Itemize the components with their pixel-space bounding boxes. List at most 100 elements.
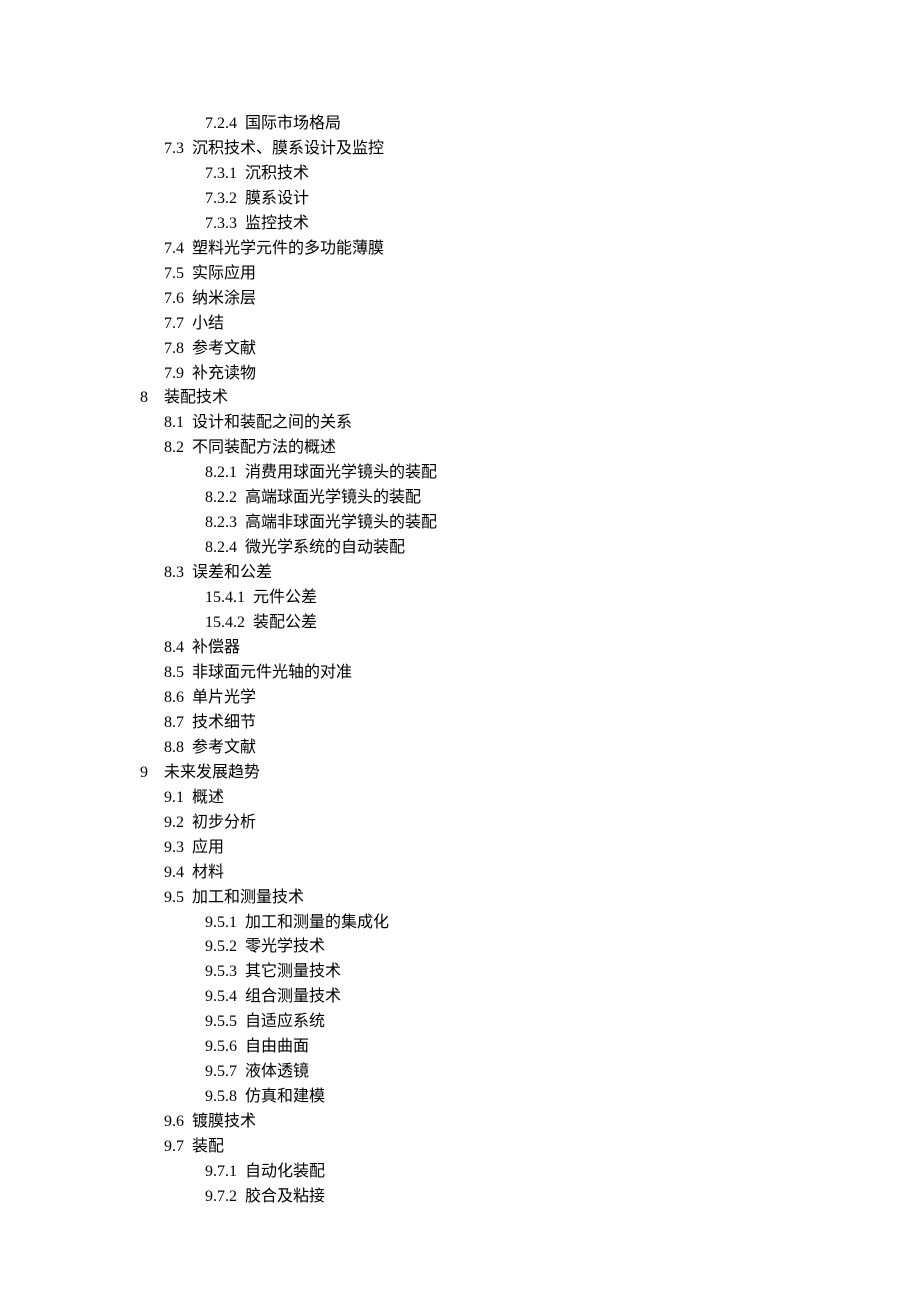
toc-entry-separator: [184, 240, 192, 257]
toc-entry-separator: [237, 190, 245, 207]
toc-entry: 9.3 应用: [140, 836, 920, 861]
toc-entry-title: 误差和公差: [192, 564, 272, 581]
toc-entry-number: 7.7: [164, 315, 184, 332]
toc-entry-separator: [237, 464, 245, 481]
toc-entry: 9.2 初步分析: [140, 811, 920, 836]
toc-entry-separator: [237, 914, 245, 931]
toc-entry-title: 消费用球面光学镜头的装配: [245, 464, 437, 481]
toc-entry: 9 未来发展趋势: [140, 761, 920, 786]
toc-entry-number: 9.1: [164, 789, 184, 806]
toc-entry-title: 装配公差: [253, 614, 317, 631]
toc-entry-number: 9.3: [164, 839, 184, 856]
toc-entry-title: 液体透镜: [245, 1063, 309, 1080]
toc-entry-title: 监控技术: [245, 215, 309, 232]
toc-entry-separator: [237, 1163, 245, 1180]
toc-entry-separator: [237, 489, 245, 506]
toc-entry-number: 8.2.1: [205, 464, 237, 481]
toc-entry-number: 9.5.7: [205, 1063, 237, 1080]
toc-entry-separator: [184, 564, 192, 581]
toc-entry-title: 补偿器: [192, 639, 240, 656]
toc-entry: 9.5.4 组合测量技术: [140, 985, 920, 1010]
toc-page: 7.2.4 国际市场格局7.3 沉积技术、膜系设计及监控7.3.1 沉积技术7.…: [0, 0, 920, 1210]
toc-entry-separator: [237, 165, 245, 182]
toc-entry: 8.4 补偿器: [140, 636, 920, 661]
toc-entry-number: 9.5.1: [205, 914, 237, 931]
toc-entry-number: 9.4: [164, 864, 184, 881]
toc-entry-number: 7.4: [164, 240, 184, 257]
toc-entry-title: 高端非球面光学镜头的装配: [245, 514, 437, 531]
toc-entry-separator: [184, 1113, 192, 1130]
toc-entry: 8.3 误差和公差: [140, 561, 920, 586]
toc-entry-title: 单片光学: [192, 689, 256, 706]
toc-entry: 8.2.2 高端球面光学镜头的装配: [140, 486, 920, 511]
toc-entry-separator: [237, 215, 245, 232]
toc-entry: 7.8 参考文献: [140, 337, 920, 362]
toc-entry-title: 小结: [192, 315, 224, 332]
toc-entry: 8 装配技术: [140, 386, 920, 411]
toc-entry-separator: [237, 938, 245, 955]
toc-entry-number: 8.4: [164, 639, 184, 656]
toc-entry-title: 自动化装配: [245, 1163, 325, 1180]
toc-entry-number: 7.3.1: [205, 165, 237, 182]
toc-entry-separator: [184, 714, 192, 731]
toc-entry: 9.5.6 自由曲面: [140, 1035, 920, 1060]
toc-entry-separator: [184, 140, 192, 157]
toc-entry-title: 未来发展趋势: [164, 764, 260, 781]
toc-entry: 9.7.1 自动化装配: [140, 1160, 920, 1185]
toc-entry-title: 塑料光学元件的多功能薄膜: [192, 240, 384, 257]
toc-entry-separator: [237, 1088, 245, 1105]
toc-entry-number: 9.5.6: [205, 1038, 237, 1055]
toc-entry: 7.5 实际应用: [140, 262, 920, 287]
toc-entry-separator: [245, 589, 253, 606]
toc-entry-number: 15.4.2: [205, 614, 245, 631]
toc-entry-title: 加工和测量技术: [192, 889, 304, 906]
toc-entry-number: 9.7.1: [205, 1163, 237, 1180]
toc-entry-separator: [237, 514, 245, 531]
toc-entry: 7.3 沉积技术、膜系设计及监控: [140, 137, 920, 162]
toc-entry-separator: [184, 639, 192, 656]
toc-entry: 9.7.2 胶合及粘接: [140, 1185, 920, 1210]
toc-entry-title: 组合测量技术: [245, 988, 341, 1005]
toc-entry: 8.2 不同装配方法的概述: [140, 436, 920, 461]
toc-entry-separator: [237, 988, 245, 1005]
toc-entry-title: 装配: [192, 1138, 224, 1155]
toc-entry: 8.7 技术细节: [140, 711, 920, 736]
toc-entry-title: 镀膜技术: [192, 1113, 256, 1130]
toc-entry-number: 8.6: [164, 689, 184, 706]
toc-entry-title: 概述: [192, 789, 224, 806]
toc-entry: 9.6 镀膜技术: [140, 1110, 920, 1135]
toc-entry-number: 8.3: [164, 564, 184, 581]
toc-entry: 9.5.8 仿真和建模: [140, 1085, 920, 1110]
toc-entry-number: 9.7.2: [205, 1188, 237, 1205]
toc-entry: 7.3.1 沉积技术: [140, 162, 920, 187]
toc-entry-title: 加工和测量的集成化: [245, 914, 389, 931]
toc-entry-title: 设计和装配之间的关系: [192, 414, 352, 431]
toc-entry-number: 7.3.2: [205, 190, 237, 207]
toc-entry-number: 9.5.2: [205, 938, 237, 955]
toc-entry-number: 8.2.2: [205, 489, 237, 506]
toc-entry-title: 参考文献: [192, 340, 256, 357]
toc-entry-separator: [184, 664, 192, 681]
toc-entry-number: 8.2.4: [205, 539, 237, 556]
toc-entry-title: 国际市场格局: [245, 115, 341, 132]
toc-entry: 9.1 概述: [140, 786, 920, 811]
toc-entry-title: 沉积技术: [245, 165, 309, 182]
toc-entry: 8.2.1 消费用球面光学镜头的装配: [140, 461, 920, 486]
toc-entry: 8.2.3 高端非球面光学镜头的装配: [140, 511, 920, 536]
toc-entry: 7.3.2 膜系设计: [140, 187, 920, 212]
toc-entry-number: 9.5.4: [205, 988, 237, 1005]
toc-entry-separator: [245, 614, 253, 631]
toc-entry-separator: [237, 1013, 245, 1030]
toc-entry-title: 装配技术: [164, 389, 228, 406]
toc-entry-number: 8.1: [164, 414, 184, 431]
toc-entry: 9.4 材料: [140, 861, 920, 886]
toc-entry-title: 材料: [192, 864, 224, 881]
toc-entry-title: 仿真和建模: [245, 1088, 325, 1105]
toc-entry-number: 8.8: [164, 739, 184, 756]
toc-entry-number: 7.9: [164, 365, 184, 382]
toc-entry: 7.2.4 国际市场格局: [140, 112, 920, 137]
toc-entry-number: 9.6: [164, 1113, 184, 1130]
toc-entry-separator: [184, 814, 192, 831]
toc-entry-number: 7.3: [164, 140, 184, 157]
toc-entry: 9.5.2 零光学技术: [140, 935, 920, 960]
